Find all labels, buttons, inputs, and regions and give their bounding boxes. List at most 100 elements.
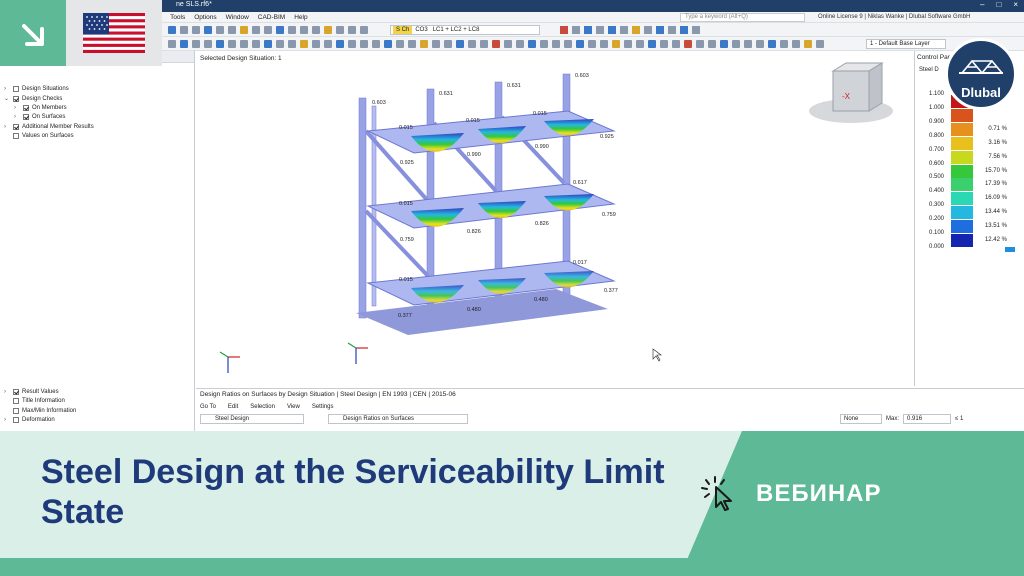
- table-menu-goto[interactable]: Go To: [200, 404, 216, 410]
- toolbar-icon[interactable]: [192, 26, 200, 34]
- toolbar-icon[interactable]: [276, 40, 284, 48]
- nav-item-values-on-surfaces[interactable]: Values on Surfaces: [4, 131, 74, 140]
- toolbar-icon[interactable]: [408, 40, 416, 48]
- max-value-field[interactable]: 0.916: [903, 414, 952, 424]
- keyword-search-input[interactable]: Type a keyword (Alt+Q): [680, 13, 805, 22]
- menu-help[interactable]: Help: [294, 14, 307, 21]
- nav-item-design-checks[interactable]: ⌄ Design Checks: [4, 94, 62, 103]
- view-cube-icon[interactable]: -X: [809, 62, 893, 123]
- toolbar-icon[interactable]: [300, 40, 308, 48]
- result-type-select[interactable]: Design Ratios on Surfaces: [328, 414, 468, 424]
- table-menu-selection[interactable]: Selection: [250, 404, 275, 410]
- toolbar-icon[interactable]: [564, 40, 572, 48]
- menu-tools[interactable]: Tools: [170, 14, 185, 21]
- toolbar-icon[interactable]: [288, 40, 296, 48]
- toolbar-icon[interactable]: [360, 40, 368, 48]
- toolbar-icon[interactable]: [348, 40, 356, 48]
- toolbar-icon[interactable]: [644, 26, 652, 34]
- toolbar-icon[interactable]: [648, 40, 656, 48]
- toolbar-icon[interactable]: [420, 40, 428, 48]
- toolbar-icon[interactable]: [732, 40, 740, 48]
- toolbar-icon[interactable]: [768, 40, 776, 48]
- toolbar-icon[interactable]: [624, 40, 632, 48]
- toolbar-icon[interactable]: [672, 40, 680, 48]
- link-arrow-tile[interactable]: [0, 0, 66, 66]
- nav-item-deformation[interactable]: › Deformation: [4, 415, 55, 424]
- toolbar-icon[interactable]: [360, 26, 368, 34]
- model-viewport[interactable]: Selected Design Situation: 1 -X 0.603 0.…: [196, 51, 914, 386]
- toolbar-icon[interactable]: [528, 40, 536, 48]
- table-menu-edit[interactable]: Edit: [228, 404, 238, 410]
- toolbar-icon[interactable]: [312, 26, 320, 34]
- checkbox-icon[interactable]: [13, 416, 19, 423]
- menu-window[interactable]: Window: [226, 14, 249, 21]
- toolbar-icon[interactable]: [456, 40, 464, 48]
- toolbar-icon[interactable]: [228, 40, 236, 48]
- checkbox-icon[interactable]: [13, 388, 19, 395]
- toolbar-icon[interactable]: [240, 40, 248, 48]
- toolbar-icon[interactable]: [708, 40, 716, 48]
- toolbar-icon[interactable]: [756, 40, 764, 48]
- expand-icon[interactable]: ›: [4, 417, 10, 423]
- toolbar-icon[interactable]: [660, 40, 668, 48]
- toolbar-icon[interactable]: [240, 26, 248, 34]
- checkbox-icon[interactable]: [23, 104, 29, 111]
- toolbar-icon[interactable]: [816, 40, 824, 48]
- filter-select[interactable]: None: [840, 414, 882, 424]
- expand-icon[interactable]: ›: [14, 105, 20, 111]
- toolbar-icon[interactable]: [576, 40, 584, 48]
- toolbar-icon[interactable]: [516, 40, 524, 48]
- checkbox-icon[interactable]: [13, 123, 19, 130]
- toolbar-icon[interactable]: [584, 26, 592, 34]
- legend-slider-handle[interactable]: [1005, 247, 1015, 252]
- toolbar-icon[interactable]: [600, 40, 608, 48]
- toolbar-icon[interactable]: [444, 40, 452, 48]
- nav-item-additional-member-results[interactable]: › Additional Member Results: [4, 122, 94, 131]
- toolbar-icon[interactable]: [204, 26, 212, 34]
- toolbar-icon[interactable]: [336, 26, 344, 34]
- nav-item-on-surfaces[interactable]: › On Surfaces: [14, 112, 65, 121]
- toolbar-icon[interactable]: [792, 40, 800, 48]
- toolbar-icon[interactable]: [692, 26, 700, 34]
- toolbar-icon[interactable]: [288, 26, 296, 34]
- toolbar-icon[interactable]: [632, 26, 640, 34]
- toolbar-icon[interactable]: [636, 40, 644, 48]
- maximize-icon[interactable]: □: [996, 0, 1001, 9]
- toolbar-icon[interactable]: [372, 40, 380, 48]
- toolbar-icon[interactable]: [720, 40, 728, 48]
- nav-item-design-situations[interactable]: › Design Situations: [4, 84, 69, 93]
- toolbar-icon[interactable]: [620, 26, 628, 34]
- collapse-icon[interactable]: ⌄: [4, 95, 10, 102]
- checkbox-icon[interactable]: [23, 113, 29, 120]
- toolbar-icon[interactable]: [180, 26, 188, 34]
- toolbar-icon[interactable]: [216, 26, 224, 34]
- toolbar-icon[interactable]: [492, 40, 500, 48]
- nav-item-max-min-information[interactable]: Max/Min Information: [4, 406, 76, 415]
- expand-icon[interactable]: ›: [4, 389, 10, 395]
- checkbox-icon[interactable]: [13, 397, 19, 404]
- language-flag-tile[interactable]: [66, 0, 162, 66]
- toolbar-icon[interactable]: [588, 40, 596, 48]
- checkbox-icon[interactable]: [13, 132, 19, 139]
- toolbar-icon[interactable]: [312, 40, 320, 48]
- expand-icon[interactable]: ›: [4, 124, 10, 130]
- checkbox-icon[interactable]: [13, 407, 19, 414]
- toolbar-icon[interactable]: [780, 40, 788, 48]
- table-menu-view[interactable]: View: [287, 404, 300, 410]
- table-menu-settings[interactable]: Settings: [312, 404, 334, 410]
- toolbar-icon[interactable]: [324, 26, 332, 34]
- toolbar-icon[interactable]: [612, 40, 620, 48]
- minimize-icon[interactable]: –: [980, 0, 984, 9]
- toolbar-icon[interactable]: [540, 40, 548, 48]
- toolbar-icon[interactable]: [168, 26, 176, 34]
- toolbar-icon[interactable]: [276, 26, 284, 34]
- close-icon[interactable]: ×: [1013, 0, 1018, 9]
- nav-item-on-members[interactable]: › On Members: [14, 103, 67, 112]
- toolbar-icon[interactable]: [744, 40, 752, 48]
- toolbar-icon[interactable]: [192, 40, 200, 48]
- toolbar-icon[interactable]: [696, 40, 704, 48]
- toolbar-icon[interactable]: [804, 40, 812, 48]
- toolbar-icon[interactable]: [680, 26, 688, 34]
- toolbar-icon[interactable]: [608, 26, 616, 34]
- toolbar-icon[interactable]: [324, 40, 332, 48]
